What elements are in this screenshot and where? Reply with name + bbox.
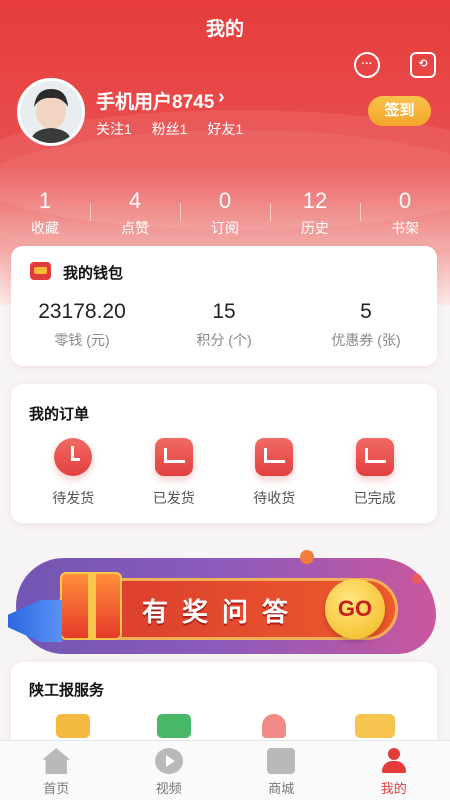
order-label: 已完成 xyxy=(353,490,396,506)
tab-label: 商城 xyxy=(268,781,295,796)
stat-label: 书架 xyxy=(391,220,419,236)
services-title: 陕工报服务 xyxy=(29,682,105,699)
service-ticket-icon xyxy=(354,714,395,738)
wallet-value: 5 xyxy=(360,300,372,323)
service-item[interactable] xyxy=(325,714,426,738)
stat-number: 1 xyxy=(38,188,52,213)
settings-hexagon-icon[interactable]: ⟲ xyxy=(410,52,436,78)
service-item[interactable] xyxy=(124,714,225,738)
tab-home[interactable]: 首页 xyxy=(0,741,113,800)
stat-favorites[interactable]: 1 收藏 xyxy=(0,188,90,238)
stats-row: 1 收藏 4 点赞 0 订阅 12 历史 0 书架 xyxy=(0,188,450,238)
stat-label: 订阅 xyxy=(211,220,239,236)
order-shipped[interactable]: 已发货 xyxy=(124,438,225,508)
tab-label: 首页 xyxy=(43,781,70,796)
order-pending-shipment[interactable]: 待发货 xyxy=(23,438,124,508)
stat-bookshelf[interactable]: 0 书架 xyxy=(360,188,450,238)
orders-card: 我的订单 待发货 已发货 待收货 已完成 xyxy=(11,384,437,523)
stat-number: 12 xyxy=(302,188,328,213)
order-label: 待发货 xyxy=(52,490,95,506)
page-title: 我的 xyxy=(205,19,244,40)
home-icon xyxy=(42,748,71,774)
tab-label: 我的 xyxy=(380,781,407,796)
decor-dot xyxy=(412,574,422,584)
stat-label: 点赞 xyxy=(121,220,149,236)
service-people-icon xyxy=(262,714,287,738)
avatar-photo xyxy=(20,81,82,143)
wallet-items: 23178.20 零钱 (元) 15 积分 (个) 5 优惠券 (张) xyxy=(11,300,437,350)
wallet-item-balance[interactable]: 23178.20 零钱 (元) xyxy=(11,300,153,350)
message-bubble-icon[interactable]: ··· xyxy=(354,52,380,78)
social-counts: 关注1 粉丝1 好友1 xyxy=(96,119,259,139)
orders-title: 我的订单 xyxy=(29,406,90,423)
wallet-label: 积分 (个) xyxy=(196,332,252,348)
order-completed[interactable]: 已完成 xyxy=(325,438,426,508)
bottom-tab-bar: 首页 视频 商城 我的 xyxy=(0,740,450,800)
video-play-icon xyxy=(154,748,183,774)
clock-icon xyxy=(54,438,93,476)
stat-label: 历史 xyxy=(301,220,329,236)
order-pending-receipt[interactable]: 待收货 xyxy=(224,438,325,508)
stat-number: 0 xyxy=(218,188,232,213)
service-checklist-icon xyxy=(56,714,91,738)
decor-dot xyxy=(300,550,314,564)
box-check-icon xyxy=(355,438,394,476)
stat-number: 4 xyxy=(128,188,142,213)
tab-video[interactable]: 视频 xyxy=(113,741,226,800)
chevron-right-icon[interactable]: › xyxy=(218,86,225,109)
avatar[interactable] xyxy=(17,78,85,146)
stat-number: 0 xyxy=(398,188,412,213)
quiz-banner[interactable]: 有奖问答 GO xyxy=(0,548,450,658)
friends-count[interactable]: 好友1 xyxy=(207,121,243,137)
shopping-bag-icon xyxy=(255,438,294,476)
wallet-value: 15 xyxy=(212,300,236,323)
wallet-label: 优惠券 (张) xyxy=(331,332,401,348)
go-button[interactable]: GO xyxy=(325,579,385,639)
stat-label: 收藏 xyxy=(31,220,59,236)
wallet-item-points[interactable]: 15 积分 (个) xyxy=(153,300,295,350)
wallet-icon xyxy=(30,262,51,280)
tab-label: 视频 xyxy=(155,781,182,796)
wallet-title: 我的钱包 xyxy=(63,265,124,282)
wallet-label: 零钱 (元) xyxy=(54,332,110,348)
tab-mine[interactable]: 我的 xyxy=(338,741,450,800)
banner-title: 有奖问答 xyxy=(142,597,303,627)
follow-count[interactable]: 关注1 xyxy=(96,121,132,137)
order-items: 待发货 已发货 待收货 已完成 xyxy=(11,438,437,508)
stat-subscriptions[interactable]: 0 订阅 xyxy=(180,188,270,238)
user-icon xyxy=(380,748,408,774)
fans-count[interactable]: 粉丝1 xyxy=(152,121,188,137)
wallet-item-coupons[interactable]: 5 优惠券 (张) xyxy=(295,300,437,350)
order-label: 已发货 xyxy=(152,490,195,506)
gift-box-icon xyxy=(60,572,122,640)
sign-in-button[interactable]: 签到 xyxy=(368,96,431,126)
wallet-value: 23178.20 xyxy=(38,300,126,323)
service-icons xyxy=(11,714,437,738)
stat-history[interactable]: 12 历史 xyxy=(270,188,360,238)
order-label: 待收货 xyxy=(253,490,296,506)
truck-icon xyxy=(154,438,193,476)
username[interactable]: 手机用户8745 xyxy=(96,87,214,114)
service-item[interactable] xyxy=(23,714,124,738)
service-item[interactable] xyxy=(224,714,325,738)
wallet-card[interactable]: 我的钱包 23178.20 零钱 (元) 15 积分 (个) 5 优惠券 (张) xyxy=(11,246,437,366)
tab-mall[interactable]: 商城 xyxy=(225,741,338,800)
stat-likes[interactable]: 4 点赞 xyxy=(90,188,180,238)
service-card-icon xyxy=(156,714,191,738)
shopping-bag-icon xyxy=(267,748,296,774)
